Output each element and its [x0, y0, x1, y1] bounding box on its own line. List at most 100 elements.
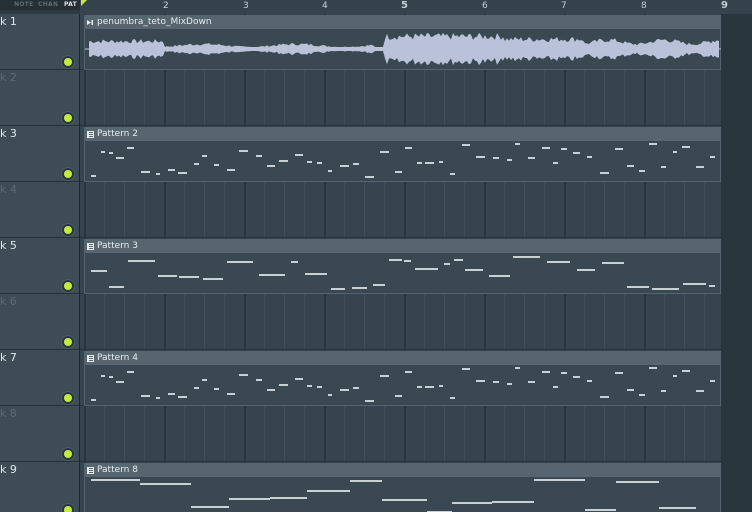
pattern-note [450, 397, 455, 399]
pattern-note [194, 163, 199, 165]
pattern-note [661, 166, 666, 168]
track-header-4[interactable]: k 4 [0, 182, 80, 238]
pattern-note [439, 161, 443, 163]
clip-title: Pattern 2 [97, 129, 138, 139]
pattern-note [305, 273, 327, 275]
pattern-note [652, 288, 679, 290]
mode-pat-button[interactable]: PAT [64, 1, 77, 8]
track-mute-led-icon[interactable] [62, 336, 74, 348]
pattern-note [476, 380, 485, 382]
pattern-note [616, 481, 659, 483]
clip-header: Pattern 4 [85, 352, 720, 365]
pattern-note [462, 368, 470, 370]
pattern-note [109, 152, 113, 154]
pattern-note [627, 165, 634, 167]
pattern-note [615, 372, 623, 374]
pattern-note [91, 399, 96, 401]
pattern-note [542, 147, 550, 149]
track-headers: k 1 k 2 k 3 k 4 k 5 k 6 k 7 k 8 k 9 [0, 14, 80, 512]
pattern-note [561, 148, 567, 150]
pattern-note [476, 156, 485, 158]
track-header-7[interactable]: k 7 [0, 350, 80, 406]
pattern-note [239, 150, 248, 152]
pattern-note [587, 380, 592, 382]
pattern-note [91, 175, 96, 177]
track-header-3[interactable]: k 3 [0, 126, 80, 182]
playhead-marker-icon[interactable] [81, 0, 87, 6]
clip-header: Pattern 8 [85, 464, 720, 477]
track-divider [80, 125, 752, 126]
pattern-clip-4[interactable]: Pattern 4 [84, 351, 721, 406]
pattern-note [627, 286, 649, 288]
pattern-note [141, 395, 150, 397]
pattern-note [331, 288, 345, 290]
pattern-note [365, 400, 374, 402]
pattern-note [425, 162, 434, 164]
timeline-ruler[interactable]: 2 3 4 5 6 7 8 9 [80, 0, 752, 15]
pattern-clip-8[interactable]: Pattern 8 [84, 463, 721, 512]
track-mute-led-icon[interactable] [62, 224, 74, 236]
pattern-clip-3[interactable]: Pattern 3 [84, 239, 721, 294]
pattern-note [489, 275, 510, 277]
pattern-note [91, 270, 107, 272]
pattern-note [191, 506, 229, 508]
track-mute-led-icon[interactable] [62, 448, 74, 460]
pattern-note [417, 386, 422, 388]
pattern-note [659, 507, 696, 509]
audio-clip[interactable]: penumbra_teto_MixDown [84, 15, 722, 70]
playlist-grid[interactable]: penumbra_teto_MixDown Pattern 2 Pattern … [80, 14, 752, 512]
pattern-note [353, 387, 359, 389]
track-header-1[interactable]: k 1 [0, 14, 80, 70]
pattern-clip-2[interactable]: Pattern 2 [84, 127, 721, 182]
mode-chan-button[interactable]: CHAN [38, 1, 58, 8]
bar-number-4: 4 [322, 1, 328, 11]
pattern-note [507, 383, 512, 385]
pattern-note [227, 261, 253, 263]
pattern-note [404, 260, 411, 262]
pattern-note [452, 502, 492, 504]
track-mute-led-icon[interactable] [62, 392, 74, 404]
pattern-note [515, 367, 520, 369]
pattern-note [91, 479, 140, 481]
track-header-2[interactable]: k 2 [0, 70, 80, 126]
pattern-note [168, 393, 175, 395]
track-mute-led-icon[interactable] [62, 56, 74, 68]
pattern-note [600, 396, 609, 398]
pattern-note [227, 169, 235, 171]
pattern-note [450, 173, 455, 175]
pattern-note [639, 394, 645, 396]
pattern-note [528, 157, 535, 159]
pattern-note [259, 274, 285, 276]
pattern-note [444, 263, 450, 265]
pattern-note [627, 389, 634, 391]
bar-number-3: 3 [243, 1, 249, 11]
pattern-note [547, 261, 570, 263]
pattern-note [405, 371, 412, 373]
mode-note-button[interactable]: NOTE [14, 1, 34, 8]
pattern-note [553, 162, 558, 164]
pattern-note [101, 151, 105, 153]
pattern-note [295, 154, 303, 156]
track-mute-led-icon[interactable] [62, 504, 74, 512]
pattern-note [307, 490, 350, 492]
track-label: k 4 [0, 183, 17, 196]
track-mute-led-icon[interactable] [62, 112, 74, 124]
pattern-note [661, 390, 666, 392]
track-header-5[interactable]: k 5 [0, 238, 80, 294]
pattern-note [350, 480, 382, 482]
track-header-6[interactable]: k 6 [0, 294, 80, 350]
track-header-9[interactable]: k 9 [0, 462, 80, 512]
bar-number-5: 5 [401, 0, 408, 11]
pattern-note [116, 381, 124, 383]
pattern-note [373, 284, 385, 286]
track-header-8[interactable]: k 8 [0, 406, 80, 462]
pattern-note [682, 146, 690, 148]
pattern-note [128, 260, 155, 262]
track-mute-led-icon[interactable] [62, 280, 74, 292]
pattern-note [513, 256, 540, 258]
pattern-note [279, 160, 288, 162]
pattern-note [395, 395, 402, 397]
pattern-note [553, 386, 558, 388]
track-mute-led-icon[interactable] [62, 168, 74, 180]
pattern-note [140, 483, 191, 485]
